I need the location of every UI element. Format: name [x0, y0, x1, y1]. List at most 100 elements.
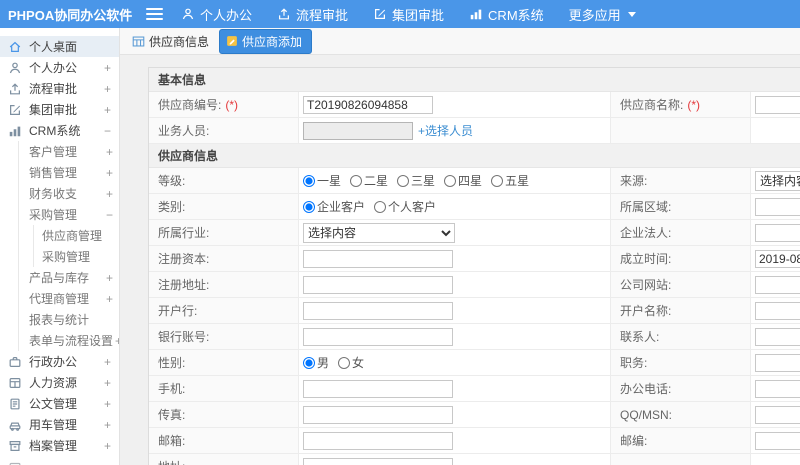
form-row: 类别: 企业客户 个人客户 所属区域:	[149, 194, 800, 220]
expand-icon[interactable]: +	[104, 145, 113, 159]
sidebar-item-label: 采购管理	[29, 208, 78, 222]
supplier-name-input[interactable]	[755, 95, 800, 114]
sidebar-item-archive-management[interactable]: 档案管理 +	[0, 435, 119, 456]
expand-icon[interactable]: +	[102, 61, 111, 75]
field-label-supplier-name: 供应商名称: (*)	[611, 92, 751, 117]
registered-capital-input[interactable]	[303, 249, 453, 268]
fax-input[interactable]	[303, 405, 453, 424]
expand-icon[interactable]: +	[104, 292, 113, 306]
expand-icon[interactable]: +	[102, 82, 111, 96]
region-input[interactable]	[755, 197, 800, 216]
sidebar-item-human-resources[interactable]: 人力资源 +	[0, 372, 119, 393]
gender-radio[interactable]	[338, 356, 351, 369]
nav-item-workflow-approval[interactable]: 流程审批	[277, 0, 348, 28]
collapse-icon[interactable]: −	[102, 124, 111, 138]
sidebar-item-purchasing[interactable]: 采购管理	[34, 246, 119, 267]
nav-item-personal-office[interactable]: 个人办公	[181, 0, 252, 28]
field-label-qq-msn: QQ/MSN:	[611, 402, 751, 427]
bank-input[interactable]	[303, 301, 453, 320]
sidebar-item-sales-management[interactable]: 销售管理 +	[19, 162, 119, 183]
sidebar-item-finance[interactable]: 财务收支 +	[19, 183, 119, 204]
expand-icon[interactable]: +	[102, 355, 111, 369]
gender-option-female[interactable]: 女	[338, 354, 364, 371]
nav-item-more-apps[interactable]: 更多应用	[569, 0, 636, 28]
industry-select[interactable]: 选择内容	[303, 222, 455, 243]
expand-icon[interactable]: +	[113, 334, 119, 348]
nav-item-crm-system[interactable]: CRM系统	[469, 0, 544, 28]
sidebar-item-form-workflow-settings[interactable]: 表单与流程设置 +	[19, 330, 119, 351]
gender-radio[interactable]	[303, 356, 315, 369]
field-label-registered-capital: 注册资本:	[149, 246, 299, 271]
postcode-input[interactable]	[755, 431, 800, 450]
sidebar-item-purchase-management[interactable]: 采购管理 −	[19, 204, 119, 225]
select-staff-link[interactable]: +选择人员	[418, 122, 473, 139]
expand-icon[interactable]: +	[102, 103, 111, 117]
level-option-5star[interactable]: 五星	[491, 172, 529, 189]
expand-icon[interactable]: +	[104, 166, 113, 180]
expand-icon[interactable]: +	[102, 439, 111, 453]
tab-supplier-add[interactable]: 供应商添加	[219, 28, 313, 54]
sidebar-item-personal-desktop[interactable]: 个人桌面	[0, 36, 119, 57]
position-input[interactable]	[755, 353, 800, 372]
sidebar-item-crm-system[interactable]: CRM系统 −	[0, 120, 119, 141]
sidebar-item-vehicle-management[interactable]: 用车管理 +	[0, 414, 119, 435]
address-input[interactable]	[303, 457, 453, 465]
expand-icon[interactable]: +	[104, 187, 113, 201]
registered-address-input[interactable]	[303, 275, 453, 294]
level-option-3star[interactable]: 三星	[397, 172, 435, 189]
upload-icon	[277, 7, 291, 21]
source-select[interactable]: 选择内容	[755, 170, 800, 191]
sidebar-item-partial[interactable]	[0, 456, 119, 465]
level-option-4star[interactable]: 四星	[444, 172, 482, 189]
level-radio[interactable]	[491, 174, 504, 187]
sidebar-item-customer-management[interactable]: 客户管理 +	[19, 141, 119, 162]
category-radio[interactable]	[374, 200, 387, 213]
sidebar-item-reports-statistics[interactable]: 报表与统计	[19, 309, 119, 330]
email-input[interactable]	[303, 431, 453, 450]
nav-item-group-approval[interactable]: 集团审批	[373, 0, 444, 28]
sidebar-item-supplier-management[interactable]: 供应商管理	[34, 225, 119, 246]
level-radio[interactable]	[303, 174, 315, 187]
mobile-input[interactable]	[303, 379, 453, 398]
qq-msn-input[interactable]	[755, 405, 800, 424]
sidebar-item-group-approval[interactable]: 集团审批 +	[0, 99, 119, 120]
sidebar-item-product-inventory[interactable]: 产品与库存 +	[19, 267, 119, 288]
required-mark: (*)	[225, 97, 239, 112]
supplier-code-input[interactable]	[303, 95, 433, 114]
field-label-level: 等级:	[149, 168, 299, 193]
category-option-enterprise[interactable]: 企业客户	[303, 198, 365, 215]
office-phone-input[interactable]	[755, 379, 800, 398]
expand-icon[interactable]: +	[102, 418, 111, 432]
level-radio[interactable]	[397, 174, 410, 187]
form-row: 业务人员: +选择人员	[149, 118, 800, 144]
category-option-individual[interactable]: 个人客户	[374, 198, 436, 215]
legal-person-input[interactable]	[755, 223, 800, 242]
expand-icon[interactable]: +	[102, 376, 111, 390]
field-label-founded-date: 成立时间:	[611, 246, 751, 271]
contact-person-input[interactable]	[755, 327, 800, 346]
gender-option-male[interactable]: 男	[303, 354, 329, 371]
staff-input[interactable]	[303, 121, 413, 140]
tab-supplier-info[interactable]: 供应商信息	[132, 33, 209, 50]
expand-icon[interactable]: +	[104, 271, 113, 285]
expand-icon[interactable]: +	[102, 397, 111, 411]
sidebar-item-document-management[interactable]: 公文管理 +	[0, 393, 119, 414]
field-label-category: 类别:	[149, 194, 299, 219]
company-website-input[interactable]	[755, 275, 800, 294]
level-radio[interactable]	[444, 174, 457, 187]
account-name-input[interactable]	[755, 301, 800, 320]
tab-label: 供应商信息	[149, 34, 210, 49]
hamburger-icon[interactable]	[146, 8, 163, 20]
bank-account-input[interactable]	[303, 327, 453, 346]
sidebar-item-personal-office[interactable]: 个人办公 +	[0, 57, 119, 78]
level-option-1star[interactable]: 一星	[303, 172, 341, 189]
level-option-2star[interactable]: 二星	[350, 172, 388, 189]
collapse-icon[interactable]: −	[104, 208, 113, 222]
sidebar-item-workflow-approval[interactable]: 流程审批 +	[0, 78, 119, 99]
sidebar-item-label: 客户管理	[29, 145, 78, 159]
level-radio[interactable]	[350, 174, 363, 187]
sidebar-item-agent-management[interactable]: 代理商管理 +	[19, 288, 119, 309]
founded-date-input[interactable]	[755, 249, 800, 268]
category-radio[interactable]	[303, 200, 315, 213]
sidebar-item-administration[interactable]: 行政办公 +	[0, 351, 119, 372]
